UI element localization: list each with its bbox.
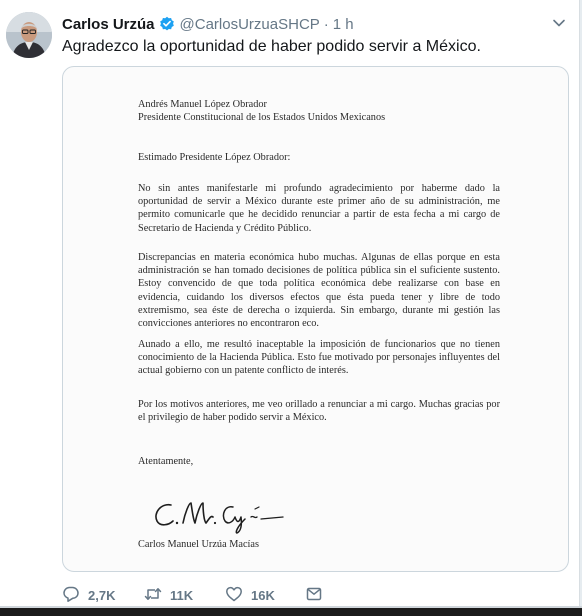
like-count: 16K: [251, 587, 275, 603]
direct-message-button[interactable]: [305, 585, 323, 606]
retweet-button[interactable]: 11K: [144, 585, 193, 606]
user-handle[interactable]: @CarlosUrzuaSHCP: [180, 16, 320, 33]
letter-document: Andrés Manuel López Obrador Presidente C…: [63, 67, 568, 571]
letter-paragraph-4: Por los motivos anteriores, me veo orill…: [138, 399, 500, 424]
retweet-icon: [144, 585, 162, 606]
reply-button[interactable]: 2,7K: [62, 585, 115, 606]
letter-addressee: Andrés Manuel López Obrador Presidente C…: [138, 98, 500, 124]
like-button[interactable]: 16K: [225, 585, 275, 606]
avatar[interactable]: [6, 12, 52, 58]
like-icon: [225, 585, 243, 606]
display-name[interactable]: Carlos Urzúa: [62, 16, 155, 33]
tweet-header: Carlos Urzúa @CarlosUrzuaSHCP · 1 h: [62, 14, 354, 34]
letter-signer-name: Carlos Manuel Urzúa Macías: [138, 539, 259, 550]
verified-badge-icon: [159, 16, 175, 32]
direct-message-icon: [305, 585, 323, 606]
letter-paragraph-1: No sin antes manifestarle mi profundo ag…: [138, 183, 500, 234]
retweet-count: 11K: [170, 587, 194, 603]
caret-down-icon[interactable]: [552, 16, 566, 30]
addressee-title: Presidente Constitucional de los Estados…: [138, 112, 386, 124]
handwritten-signature: [149, 495, 289, 535]
tweet-card[interactable]: Carlos Urzúa @CarlosUrzuaSHCP · 1 h Agra…: [0, 0, 580, 606]
tweet-timestamp[interactable]: 1 h: [333, 16, 354, 33]
letter-closing: Atentamente,: [138, 456, 194, 467]
reply-icon: [62, 585, 80, 606]
letter-paragraph-3: Aunado a ello, me resultó inaceptable la…: [138, 339, 500, 377]
letter-paragraph-2: Discrepancias en materia económica hubo …: [138, 252, 500, 330]
tweet-text: Agradezco la oportunidad de haber podido…: [62, 38, 481, 55]
reply-count: 2,7K: [88, 587, 116, 603]
window-bottom-edge: [0, 606, 582, 616]
letter-salutation: Estimado Presidente López Obrador:: [138, 152, 291, 163]
separator-dot: ·: [323, 15, 329, 33]
addressee-name: Andrés Manuel López Obrador: [138, 99, 267, 110]
attached-letter-image[interactable]: Andrés Manuel López Obrador Presidente C…: [62, 66, 569, 572]
